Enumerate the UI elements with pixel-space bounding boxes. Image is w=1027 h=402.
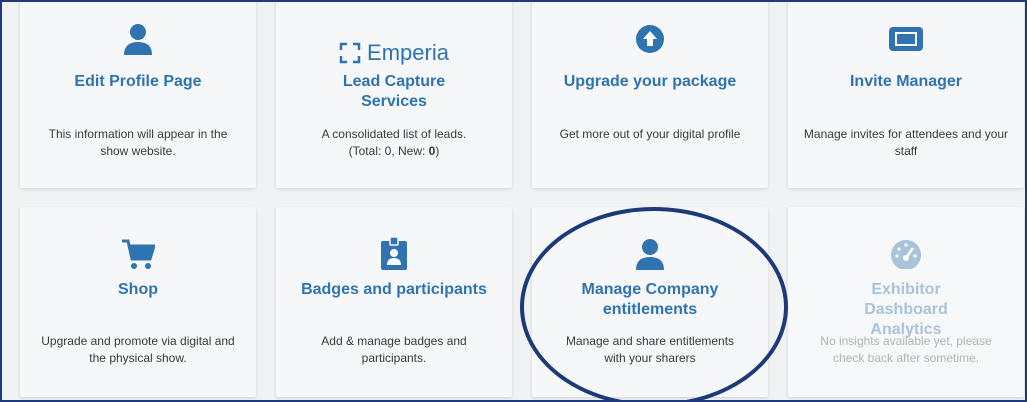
card-description: No insights available yet, please check … xyxy=(820,334,992,365)
card-description: A consolidated list of leads. (Total: 0,… xyxy=(316,126,472,160)
card-description: Upgrade and promote via digital and the … xyxy=(41,334,235,365)
card-description: Add & manage badges and participants. xyxy=(321,334,467,365)
card-description: Get more out of your digital profile xyxy=(559,127,741,141)
badge-icon xyxy=(276,237,512,271)
card-description: Manage and share entitlements with your … xyxy=(565,334,735,365)
badges-card[interactable]: Badges and participants Add & manage bad… xyxy=(276,207,512,397)
dashboard-gauge-icon xyxy=(788,237,1024,271)
card-title: Lead Capture Services xyxy=(342,73,446,110)
card-title: Manage Company entitlements xyxy=(581,281,719,318)
user-icon xyxy=(532,237,768,271)
edit-profile-card[interactable]: Edit Profile Page This information will … xyxy=(20,2,256,188)
shopping-cart-icon xyxy=(20,237,256,271)
card-title: Shop xyxy=(118,281,158,298)
upgrade-package-card[interactable]: Upgrade your package Get more out of you… xyxy=(532,2,768,188)
emperia-logo-text: Emperia xyxy=(367,40,449,65)
exhibitor-analytics-card: Exhibitor Dashboard Analytics No insight… xyxy=(788,207,1024,397)
card-description: Manage invites for attendees and your st… xyxy=(803,127,1009,158)
ticket-icon xyxy=(788,22,1024,56)
shop-card[interactable]: Shop Upgrade and promote via digital and… xyxy=(20,207,256,397)
emperia-logo: Emperia xyxy=(276,36,512,70)
card-title: Edit Profile Page xyxy=(74,73,202,90)
lead-capture-card[interactable]: Emperia Lead Capture Services A consolid… xyxy=(276,2,512,188)
card-title: Upgrade your package xyxy=(563,73,737,90)
manage-entitlements-card[interactable]: Manage Company entitlements Manage and s… xyxy=(532,207,768,397)
card-title: Badges and participants xyxy=(301,281,487,298)
user-icon xyxy=(20,22,256,56)
invite-manager-card[interactable]: Invite Manager Manage invites for attend… xyxy=(788,2,1024,188)
card-title: Invite Manager xyxy=(849,73,963,90)
emperia-bracket-icon xyxy=(339,42,361,64)
desc-text: A consolidated list of leads. (Total: 0,… xyxy=(321,127,467,158)
dashboard-frame: Edit Profile Page This information will … xyxy=(0,0,1027,402)
desc-suffix: ) xyxy=(435,144,440,158)
upgrade-arrow-icon xyxy=(532,22,768,56)
card-description: This information will appear in the show… xyxy=(48,127,228,158)
card-title: Exhibitor Dashboard Analytics xyxy=(864,281,948,338)
